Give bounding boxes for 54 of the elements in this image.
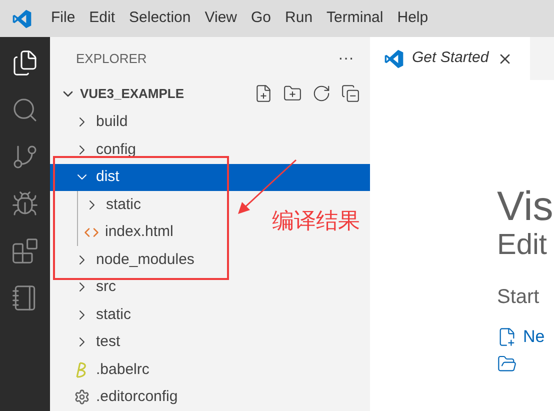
panel-title: EXPLORER [76, 50, 147, 68]
welcome-heading: Vis [497, 184, 554, 228]
new-file-icon [497, 326, 517, 347]
editor-tab[interactable]: Get Started [370, 37, 530, 80]
extensions-icon[interactable] [11, 237, 39, 265]
collapse-icon[interactable] [341, 84, 360, 104]
tree-item-label: .babelrc [96, 360, 150, 380]
workspace-title[interactable]: VUE3_EXAMPLE [80, 84, 254, 104]
menu-item[interactable]: Help [390, 7, 436, 30]
search-icon[interactable] [11, 96, 39, 124]
tab-label: Get Started [412, 48, 489, 68]
tree-item[interactable]: build [50, 108, 134, 136]
tree-item[interactable]: .babelrc [50, 356, 156, 384]
tree-item-label: dist [96, 167, 120, 187]
source-control-icon[interactable] [11, 143, 39, 171]
welcome-subheading: Edit [497, 228, 548, 262]
start-link[interactable]: Ne [523, 324, 545, 350]
files-icon[interactable] [11, 49, 39, 77]
annotation-text: 编译结果 [272, 208, 360, 236]
tree-item-label: static [96, 304, 132, 324]
folder-icon [497, 354, 517, 374]
editor-logo-icon [384, 48, 404, 68]
tree-item-label: node_modules [96, 250, 194, 270]
tree-item-label: test [96, 332, 120, 352]
menu-item[interactable]: View [198, 7, 244, 30]
gear-icon [74, 389, 90, 406]
run-icon[interactable] [11, 190, 39, 218]
menu-item[interactable]: Terminal [320, 7, 390, 30]
new-folder-icon[interactable] [283, 84, 302, 104]
tree-item[interactable]: node_modules [50, 246, 200, 274]
menu-item[interactable]: Selection [122, 7, 198, 30]
new-file-icon[interactable] [254, 84, 273, 104]
tree-item-label: config [96, 140, 136, 160]
more-actions-button[interactable]: ··· [338, 46, 354, 71]
tree-item-label: src [96, 277, 116, 297]
menu-item[interactable]: Edit [82, 7, 122, 30]
tree-item-label: .editorconfig [96, 387, 178, 407]
tree-item-label: static [106, 194, 142, 214]
app-logo-icon [12, 8, 32, 28]
tree-item[interactable]: index.html [50, 218, 180, 246]
tree-item-label: build [96, 112, 128, 132]
menu-item[interactable]: Go [244, 7, 278, 30]
tree-item[interactable]: static [50, 191, 148, 218]
tree-item[interactable]: dist [50, 164, 370, 191]
tree-item[interactable]: .editorconfig [50, 384, 184, 411]
refresh-icon[interactable] [312, 84, 331, 104]
tree-item[interactable]: src [50, 274, 122, 301]
tree-item-label: index.html [105, 222, 174, 242]
section-title: Start [497, 285, 540, 310]
menu-item[interactable]: Run [278, 7, 320, 30]
tree-item[interactable]: config [50, 136, 142, 164]
tree-item[interactable]: test [50, 328, 126, 356]
tree-item[interactable]: static [50, 301, 138, 328]
menu-item[interactable]: File [44, 7, 82, 30]
